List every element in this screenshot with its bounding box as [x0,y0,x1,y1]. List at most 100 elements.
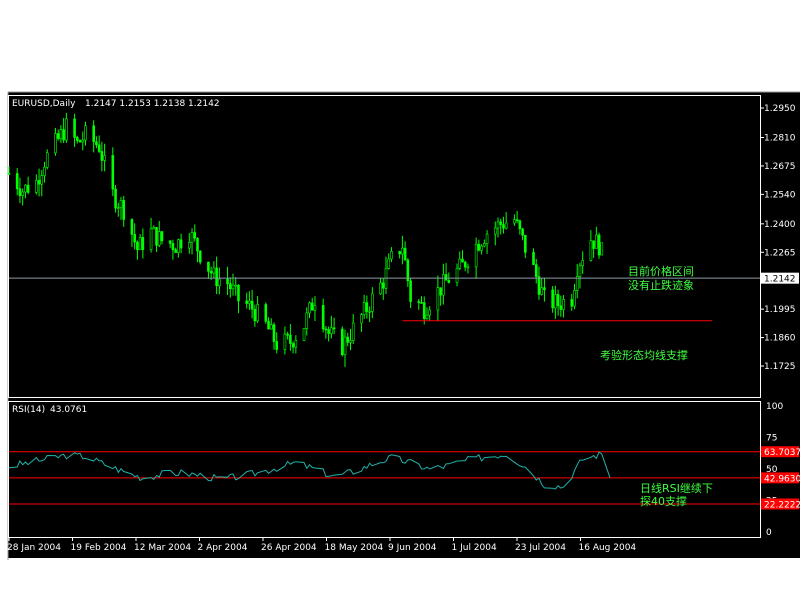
candle-body [160,231,164,242]
candle-body [513,219,516,224]
candle-body [493,227,497,235]
candle-body [401,247,404,255]
candle-body [310,302,314,311]
candle-body [215,267,218,287]
candle-body [21,191,24,196]
candle-body [133,234,136,243]
candle-body [190,232,194,243]
candle-body [275,341,279,350]
candle-body [294,339,298,348]
candle-body [463,261,467,268]
candle-body [474,243,478,268]
candle-body [515,219,519,222]
candle-body [346,336,350,343]
candle-body [207,261,210,272]
candle-body [330,327,333,334]
candle-body [302,328,306,341]
candle-body [343,336,347,356]
candle-body [196,237,199,252]
candle-body [256,304,259,322]
rsi-tick-label: 0 [766,528,772,538]
candle-body [45,152,49,168]
chart-window[interactable]: 1.2950 1.2810 1.2675 1.2540 1.2400 1.2265 1.21… [0,0,800,600]
price-tick-label: 1.2675 [764,162,796,172]
candle-body [267,320,270,330]
candle-body [597,234,601,256]
candle-body [559,305,563,310]
candle-body [442,274,445,296]
candle-body [168,240,172,244]
candle-body [360,314,363,324]
candle-body [324,328,328,331]
candle-body [179,239,183,249]
candle-body [111,155,115,190]
date-tick-label: 28 Jan 2004 [7,543,61,553]
candle-body [84,125,87,141]
candle-body [250,300,254,310]
candle-body [578,265,582,277]
candle-body [398,251,401,255]
candle-body [524,234,527,253]
rsi-level-label: 63.7037 [764,448,800,458]
candle-body [24,184,27,193]
candle-body [420,302,423,304]
candle-body [283,333,287,350]
candle-body [589,240,593,261]
date-tick-label: 2 Apr 2004 [198,543,248,553]
current-price-label: 1.2142 [764,275,796,285]
candle-body [447,279,451,283]
candle-body [188,242,191,249]
rsi-note-line2: 探40支撑 [640,494,687,508]
candle-body [504,222,508,229]
candle-body [537,276,541,295]
candle-body [212,267,216,274]
candle-body [43,166,46,176]
candle-body [218,278,221,287]
candle-body [237,284,240,302]
candle-body [92,125,95,143]
candle-body [496,221,500,229]
candle-body [231,284,235,290]
candle-body [228,283,232,290]
candle-body [264,304,268,322]
candle-body [554,294,557,309]
candle-body [444,274,448,281]
candle-body [59,129,63,139]
candle-body [81,139,85,143]
candle-body [65,118,68,141]
candle-body [75,137,79,141]
rsi-note-line1: 日线RSI继续下 [640,481,713,495]
candle-body [73,118,76,138]
candle-body [209,271,213,274]
candle-body [116,207,120,210]
candle-body [428,309,432,316]
support-note: 考验形态均线支撑 [600,348,688,362]
candle-body [286,333,289,336]
candle-body [313,305,317,311]
candle-body [570,299,574,307]
candle-body [340,328,344,356]
candle-body [37,180,41,185]
candle-body [417,301,421,303]
candle-body [54,133,57,154]
candle-body [518,220,522,230]
candle-body [461,258,464,263]
candle-body [592,240,595,249]
candle-body [56,133,60,139]
candle-body [157,231,161,246]
candle-body [122,200,126,220]
candle-body [406,259,410,282]
candle-body [327,329,330,334]
candle-body [532,252,535,265]
candle-body [595,234,598,249]
candle-body [152,227,156,230]
candle-body [540,287,544,295]
candle-body [502,224,505,229]
candle-body [581,260,584,267]
candle-body [455,267,459,283]
candle-body [272,324,276,342]
price-note-line1: 目前价格区间 [628,264,694,278]
candle-body [97,144,101,152]
price-note-line2: 没有止跌迹象 [628,278,694,292]
candle-body [95,141,98,146]
